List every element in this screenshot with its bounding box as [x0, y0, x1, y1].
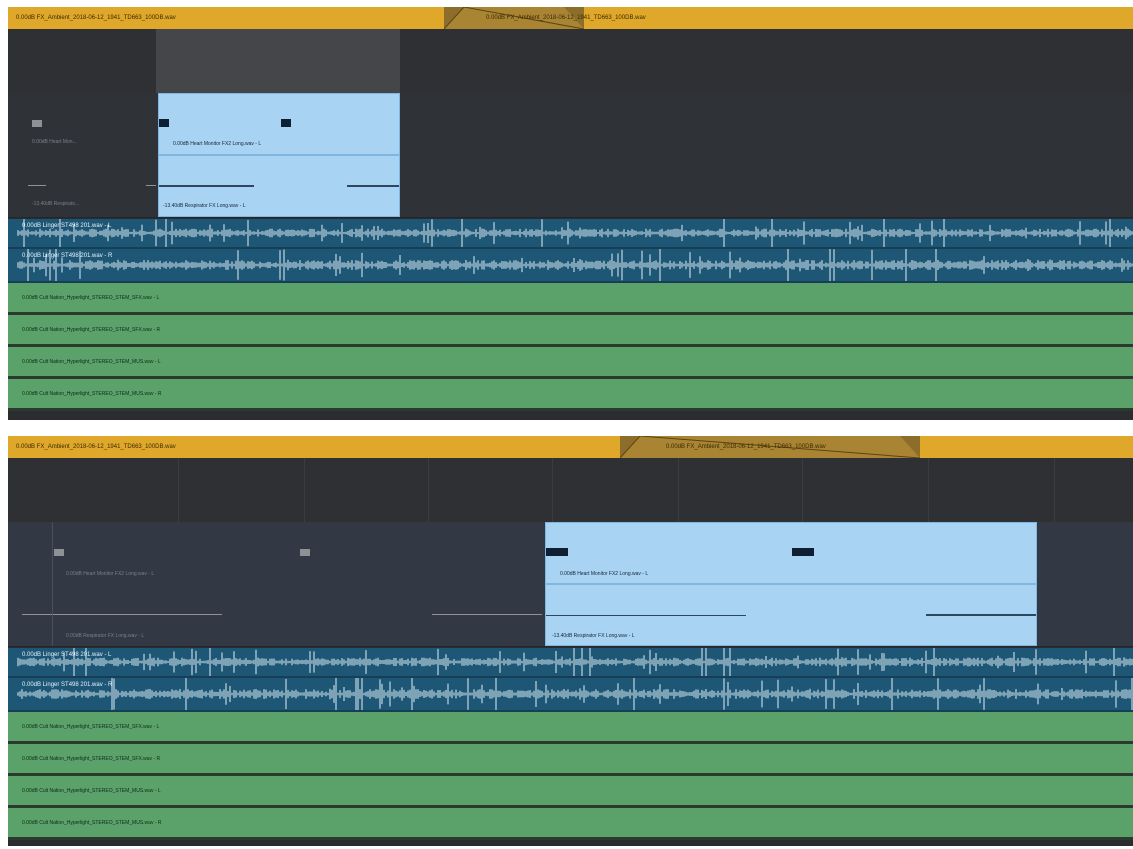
waveform-line	[347, 185, 399, 187]
grid-line	[178, 458, 179, 522]
track-label: 0.00dB Linger ST498 201.wav - L	[22, 223, 112, 229]
track-label: 0.00dB Cult Nation_Hyperlight_STEREO_STE…	[22, 723, 160, 730]
grid-line	[802, 458, 803, 522]
grid-line	[1054, 458, 1055, 522]
audio-track-linger-l[interactable]: 0.00dB Linger ST498 201.wav - L	[8, 219, 1133, 249]
track-label: 0.00dB Cult Nation_Hyperlight_STEREO_STE…	[22, 390, 162, 397]
track-label: 0.00dB Linger ST498 201.wav - R	[22, 253, 113, 259]
video-track: 0.00dB FX_Ambient_2018-06-12_1941_TD663_…	[8, 7, 1133, 29]
track-label: 0.00dB Linger ST498 201.wav - L	[22, 652, 112, 658]
ghost-track-label: -13.40dB Respirato...	[32, 201, 80, 207]
audio-clip-heart-monitor[interactable]: 0.00dB Heart Monitor FX2 Long.wav - L	[158, 93, 400, 155]
audio-track-sfx-l[interactable]: 0.00dB Cult Nation_Hyperlight_STEREO_STE…	[8, 283, 1133, 315]
waveform-line	[28, 185, 46, 186]
audio-track-mus-l[interactable]: 0.00dB Cult Nation_Hyperlight_STEREO_STE…	[8, 776, 1133, 808]
audio-clip-respirator[interactable]: -13.40dB Respirator FX Long.wav - L	[158, 155, 400, 217]
clip-label: 0.00dB Heart Monitor FX2 Long.wav - L	[173, 141, 262, 147]
video-track: 0.00dB FX_Ambient_2018-06-12_1941_TD663_…	[8, 436, 1133, 458]
grid-line	[552, 458, 553, 522]
audio-track-sfx-r[interactable]: 0.00dB Cult Nation_Hyperlight_STEREO_STE…	[8, 315, 1133, 347]
waveform-line	[159, 185, 254, 187]
waveform	[17, 648, 1133, 676]
waveform	[17, 678, 1133, 710]
waveform	[17, 219, 1133, 247]
video-clip-label: 0.00dB FX_Ambient_2018-06-12_1941_TD663_…	[666, 444, 826, 450]
audio-track-mus-r[interactable]: 0.00dB Cult Nation_Hyperlight_STEREO_STE…	[8, 808, 1133, 840]
ghost-track-label: 0.00dB Heart Monitor FX2 Long.wav - L	[66, 571, 155, 577]
clip-marker	[54, 549, 64, 556]
clip-label: 0.00dB Heart Monitor FX2 Long.wav - L	[560, 571, 649, 577]
audio-track-linger-l[interactable]: 0.00dB Linger ST498 201.wav - L	[8, 648, 1133, 678]
track-label: 0.00dB Cult Nation_Hyperlight_STEREO_STE…	[22, 819, 162, 826]
timeline-panel-bottom: 0.00dB FX_Ambient_2018-06-12_1941_TD663_…	[8, 436, 1133, 846]
clip-label: -13.40dB Respirator FX Long.wav - L	[552, 633, 635, 639]
track-label: 0.00dB Linger ST498 201.wav - R	[22, 682, 113, 688]
video-clip-label: 0.00dB FX_Ambient_2018-06-12_1941_TD663_…	[16, 444, 176, 450]
waveform-peak	[546, 548, 568, 556]
empty-track-lane	[8, 458, 1133, 522]
video-clip[interactable]: 0.00dB FX_Ambient_2018-06-12_1941_TD663_…	[8, 436, 628, 458]
audio-track-sfx-l[interactable]: 0.00dB Cult Nation_Hyperlight_STEREO_STE…	[8, 712, 1133, 744]
audio-track-sfx-r[interactable]: 0.00dB Cult Nation_Hyperlight_STEREO_STE…	[8, 744, 1133, 776]
ghost-track-label: 0.00dB Respirator FX Long.wav - L	[66, 633, 145, 639]
audio-track-mus-r[interactable]: 0.00dB Cult Nation_Hyperlight_STEREO_STE…	[8, 379, 1133, 411]
clip-marker	[32, 120, 42, 127]
clip-label: -13.40dB Respirator FX Long.wav - L	[163, 203, 246, 209]
waveform-peak	[792, 548, 814, 556]
track-label: 0.00dB Cult Nation_Hyperlight_STEREO_STE…	[22, 294, 160, 301]
grid-line	[304, 458, 305, 522]
track-label: 0.00dB Cult Nation_Hyperlight_STEREO_STE…	[22, 787, 161, 794]
audio-clip-heart-monitor[interactable]: 0.00dB Heart Monitor FX2 Long.wav - L	[545, 522, 1037, 584]
waveform-line	[546, 615, 746, 616]
audio-track-linger-r[interactable]: 0.00dB Linger ST498 201.wav - R	[8, 678, 1133, 712]
clip-edge	[52, 522, 53, 584]
clip-marker	[300, 549, 310, 556]
grid-line	[928, 458, 929, 522]
waveform-peak	[159, 119, 169, 127]
grid-line	[678, 458, 679, 522]
waveform-line	[926, 614, 1036, 616]
waveform-line	[146, 185, 156, 186]
video-clip-label: 0.00dB FX_Ambient_2018-06-12_1941_TD663_…	[16, 15, 176, 21]
audio-track-linger-r[interactable]: 0.00dB Linger ST498 201.wav - R	[8, 249, 1133, 283]
waveform-line	[432, 614, 542, 615]
track-label: 0.00dB Cult Nation_Hyperlight_STEREO_STE…	[22, 326, 161, 333]
empty-track-lane	[8, 29, 1133, 93]
audio-track-mus-l[interactable]: 0.00dB Cult Nation_Hyperlight_STEREO_STE…	[8, 347, 1133, 379]
ghost-track-label: 0.00dB Heart Mon...	[32, 139, 77, 145]
waveform	[17, 249, 1133, 281]
waveform-peak	[281, 119, 291, 127]
grid-line	[428, 458, 429, 522]
video-clip[interactable]: 0.00dB FX_Ambient_2018-06-12_1941_TD663_…	[658, 436, 946, 458]
video-clip-label: 0.00dB FX_Ambient_2018-06-12_1941_TD663_…	[486, 15, 646, 21]
video-clip[interactable]: 0.00dB FX_Ambient_2018-06-12_1941_TD663_…	[478, 7, 786, 29]
track-label: 0.00dB Cult Nation_Hyperlight_STEREO_STE…	[22, 755, 161, 762]
audio-clip-respirator[interactable]: -13.40dB Respirator FX Long.wav - L	[545, 584, 1037, 646]
video-clip[interactable]: 0.00dB FX_Ambient_2018-06-12_1941_TD663_…	[8, 7, 456, 29]
gap-clip[interactable]	[156, 29, 400, 93]
timeline-panel-top: 0.00dB FX_Ambient_2018-06-12_1941_TD663_…	[8, 7, 1133, 420]
track-label: 0.00dB Cult Nation_Hyperlight_STEREO_STE…	[22, 358, 161, 365]
clip-edge	[52, 584, 53, 646]
